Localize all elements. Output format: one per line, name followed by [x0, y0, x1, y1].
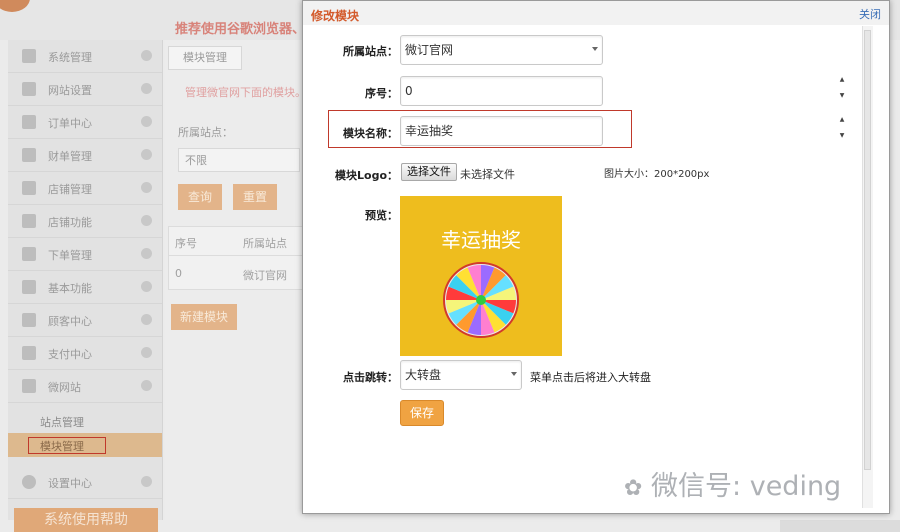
browser-banner: 推荐使用谷歌浏览器、: [175, 22, 306, 37]
sidebar-item-label: 顾客中心: [48, 315, 92, 328]
mail-icon: [22, 82, 36, 96]
dialog-close-link[interactable]: 关闭: [859, 6, 881, 22]
reset-button[interactable]: 重置: [233, 184, 277, 210]
image-size-hint: 图片大小：200*200px: [604, 169, 710, 180]
wechat-watermark: ✿ 微信号: veding: [624, 464, 841, 503]
sidebar-item[interactable]: 下单管理: [8, 238, 162, 271]
query-button[interactable]: 查询: [178, 184, 222, 210]
site-select[interactable]: 微订官网: [400, 35, 603, 65]
sidebar-item-label: 店铺管理: [48, 183, 92, 196]
jump-select[interactable]: 大转盘: [400, 360, 522, 390]
sidebar-item[interactable]: 基本功能: [8, 271, 162, 304]
chevron-icon: [141, 50, 152, 61]
inbox-icon: [22, 346, 36, 360]
sidebar-item[interactable]: 系统管理: [8, 40, 162, 73]
table-cell: 0: [175, 267, 182, 280]
dialog-header: 修改模块 关闭: [303, 1, 889, 25]
sidebar-item[interactable]: 财单管理: [8, 139, 162, 172]
wechat-icon: ✿: [624, 476, 643, 501]
logo: [0, 0, 30, 12]
sidebar-item-label: 网站设置: [48, 84, 92, 97]
order-label: 序号：: [365, 87, 398, 100]
sidebar-item-label: 基本功能: [48, 282, 92, 295]
status-bar: [780, 520, 900, 532]
chevron-icon: [141, 182, 152, 193]
chevron-icon: [141, 380, 152, 391]
jump-hint: 菜单点击后将进入大转盘: [530, 371, 651, 384]
sidebar-sub-item-sites[interactable]: 站点管理: [40, 414, 84, 430]
choose-file-button[interactable]: 选择文件: [401, 163, 457, 181]
sidebar-item-label: 财单管理: [48, 150, 92, 163]
table-divider: [169, 255, 303, 256]
jump-select-value: 大转盘: [405, 368, 442, 382]
preview-title: 幸运抽奖: [441, 228, 521, 252]
chart-icon: [22, 379, 36, 393]
highlight-box: [28, 437, 106, 454]
sidebar-item[interactable]: 支付中心: [8, 337, 162, 370]
order-input[interactable]: 0: [400, 76, 603, 106]
help-button[interactable]: 系统使用帮助: [14, 508, 158, 532]
sidebar-item[interactable]: 店铺功能: [8, 205, 162, 238]
sidebar-item-settings[interactable]: 设置中心: [8, 466, 162, 499]
sidebar-item[interactable]: 店铺管理: [8, 172, 162, 205]
filter-site-select[interactable]: 不限: [178, 148, 300, 172]
table-cell: 微订官网: [243, 269, 287, 282]
watermark-text: 微信号: veding: [651, 471, 842, 502]
gear-icon: [22, 475, 36, 489]
logo-label: 模块Logo：: [335, 169, 398, 182]
name-spinner[interactable]: ▲ ▼: [838, 116, 846, 140]
cart-icon: [22, 148, 36, 162]
module-name-label: 模块名称：: [343, 127, 398, 140]
sidebar-item-label: 微网站: [48, 381, 81, 394]
preview-label: 预览：: [365, 209, 398, 222]
dialog-title: 修改模块: [311, 9, 360, 23]
cart-icon: [22, 115, 36, 129]
module-table: 序号 所属站点 0 微订官网: [168, 226, 304, 290]
site-select-value: 微订官网: [405, 43, 454, 57]
plus-icon: [22, 214, 36, 228]
plus-icon: [22, 280, 36, 294]
plus-icon: [22, 247, 36, 261]
module-name-input[interactable]: 幸运抽奖: [400, 116, 603, 146]
table-header: 序号: [175, 237, 197, 250]
inbox-icon: [22, 313, 36, 327]
file-status: 未选择文件: [460, 168, 515, 181]
chevron-icon: [141, 476, 152, 487]
jump-label: 点击跳转：: [343, 371, 398, 384]
sidebar-item-label: 设置中心: [48, 477, 92, 490]
chevron-down-icon: [511, 372, 517, 376]
chevron-down-icon: [592, 47, 598, 51]
sidebar-item[interactable]: 微网站: [8, 370, 162, 403]
site-label: 所属站点：: [343, 45, 398, 58]
sidebar-item-label: 下单管理: [48, 249, 92, 262]
chevron-icon: [141, 248, 152, 259]
prize-wheel-icon: [443, 262, 519, 338]
chevron-icon: [141, 116, 152, 127]
grid-icon: [22, 49, 36, 63]
filter-site-label: 所属站点：: [178, 126, 233, 139]
new-module-button[interactable]: 新建模块: [171, 304, 237, 330]
sidebar-item[interactable]: 订单中心: [8, 106, 162, 139]
order-spinner[interactable]: ▲ ▼: [838, 76, 846, 100]
page-hint: 管理微官网下面的模块。: [185, 86, 306, 99]
save-button[interactable]: 保存: [400, 400, 444, 426]
chevron-icon: [141, 281, 152, 292]
store-icon: [22, 181, 36, 195]
chevron-icon: [141, 149, 152, 160]
chevron-icon: [141, 83, 152, 94]
sidebar-item-label: 订单中心: [48, 117, 92, 130]
dialog-scrollbar[interactable]: [862, 26, 873, 508]
sidebar-item[interactable]: 顾客中心: [8, 304, 162, 337]
chevron-icon: [141, 347, 152, 358]
sidebar-item-label: 系统管理: [48, 51, 92, 64]
scrollbar-thumb[interactable]: [864, 30, 871, 470]
table-header: 所属站点: [243, 237, 287, 250]
logo-preview-image: 幸运抽奖: [400, 196, 562, 356]
sidebar-item-label: 支付中心: [48, 348, 92, 361]
sidebar-item-label: 店铺功能: [48, 216, 92, 229]
chevron-icon: [141, 215, 152, 226]
tab-modules[interactable]: 模块管理: [168, 46, 242, 70]
sidebar-item[interactable]: 网站设置: [8, 73, 162, 106]
chevron-icon: [141, 314, 152, 325]
